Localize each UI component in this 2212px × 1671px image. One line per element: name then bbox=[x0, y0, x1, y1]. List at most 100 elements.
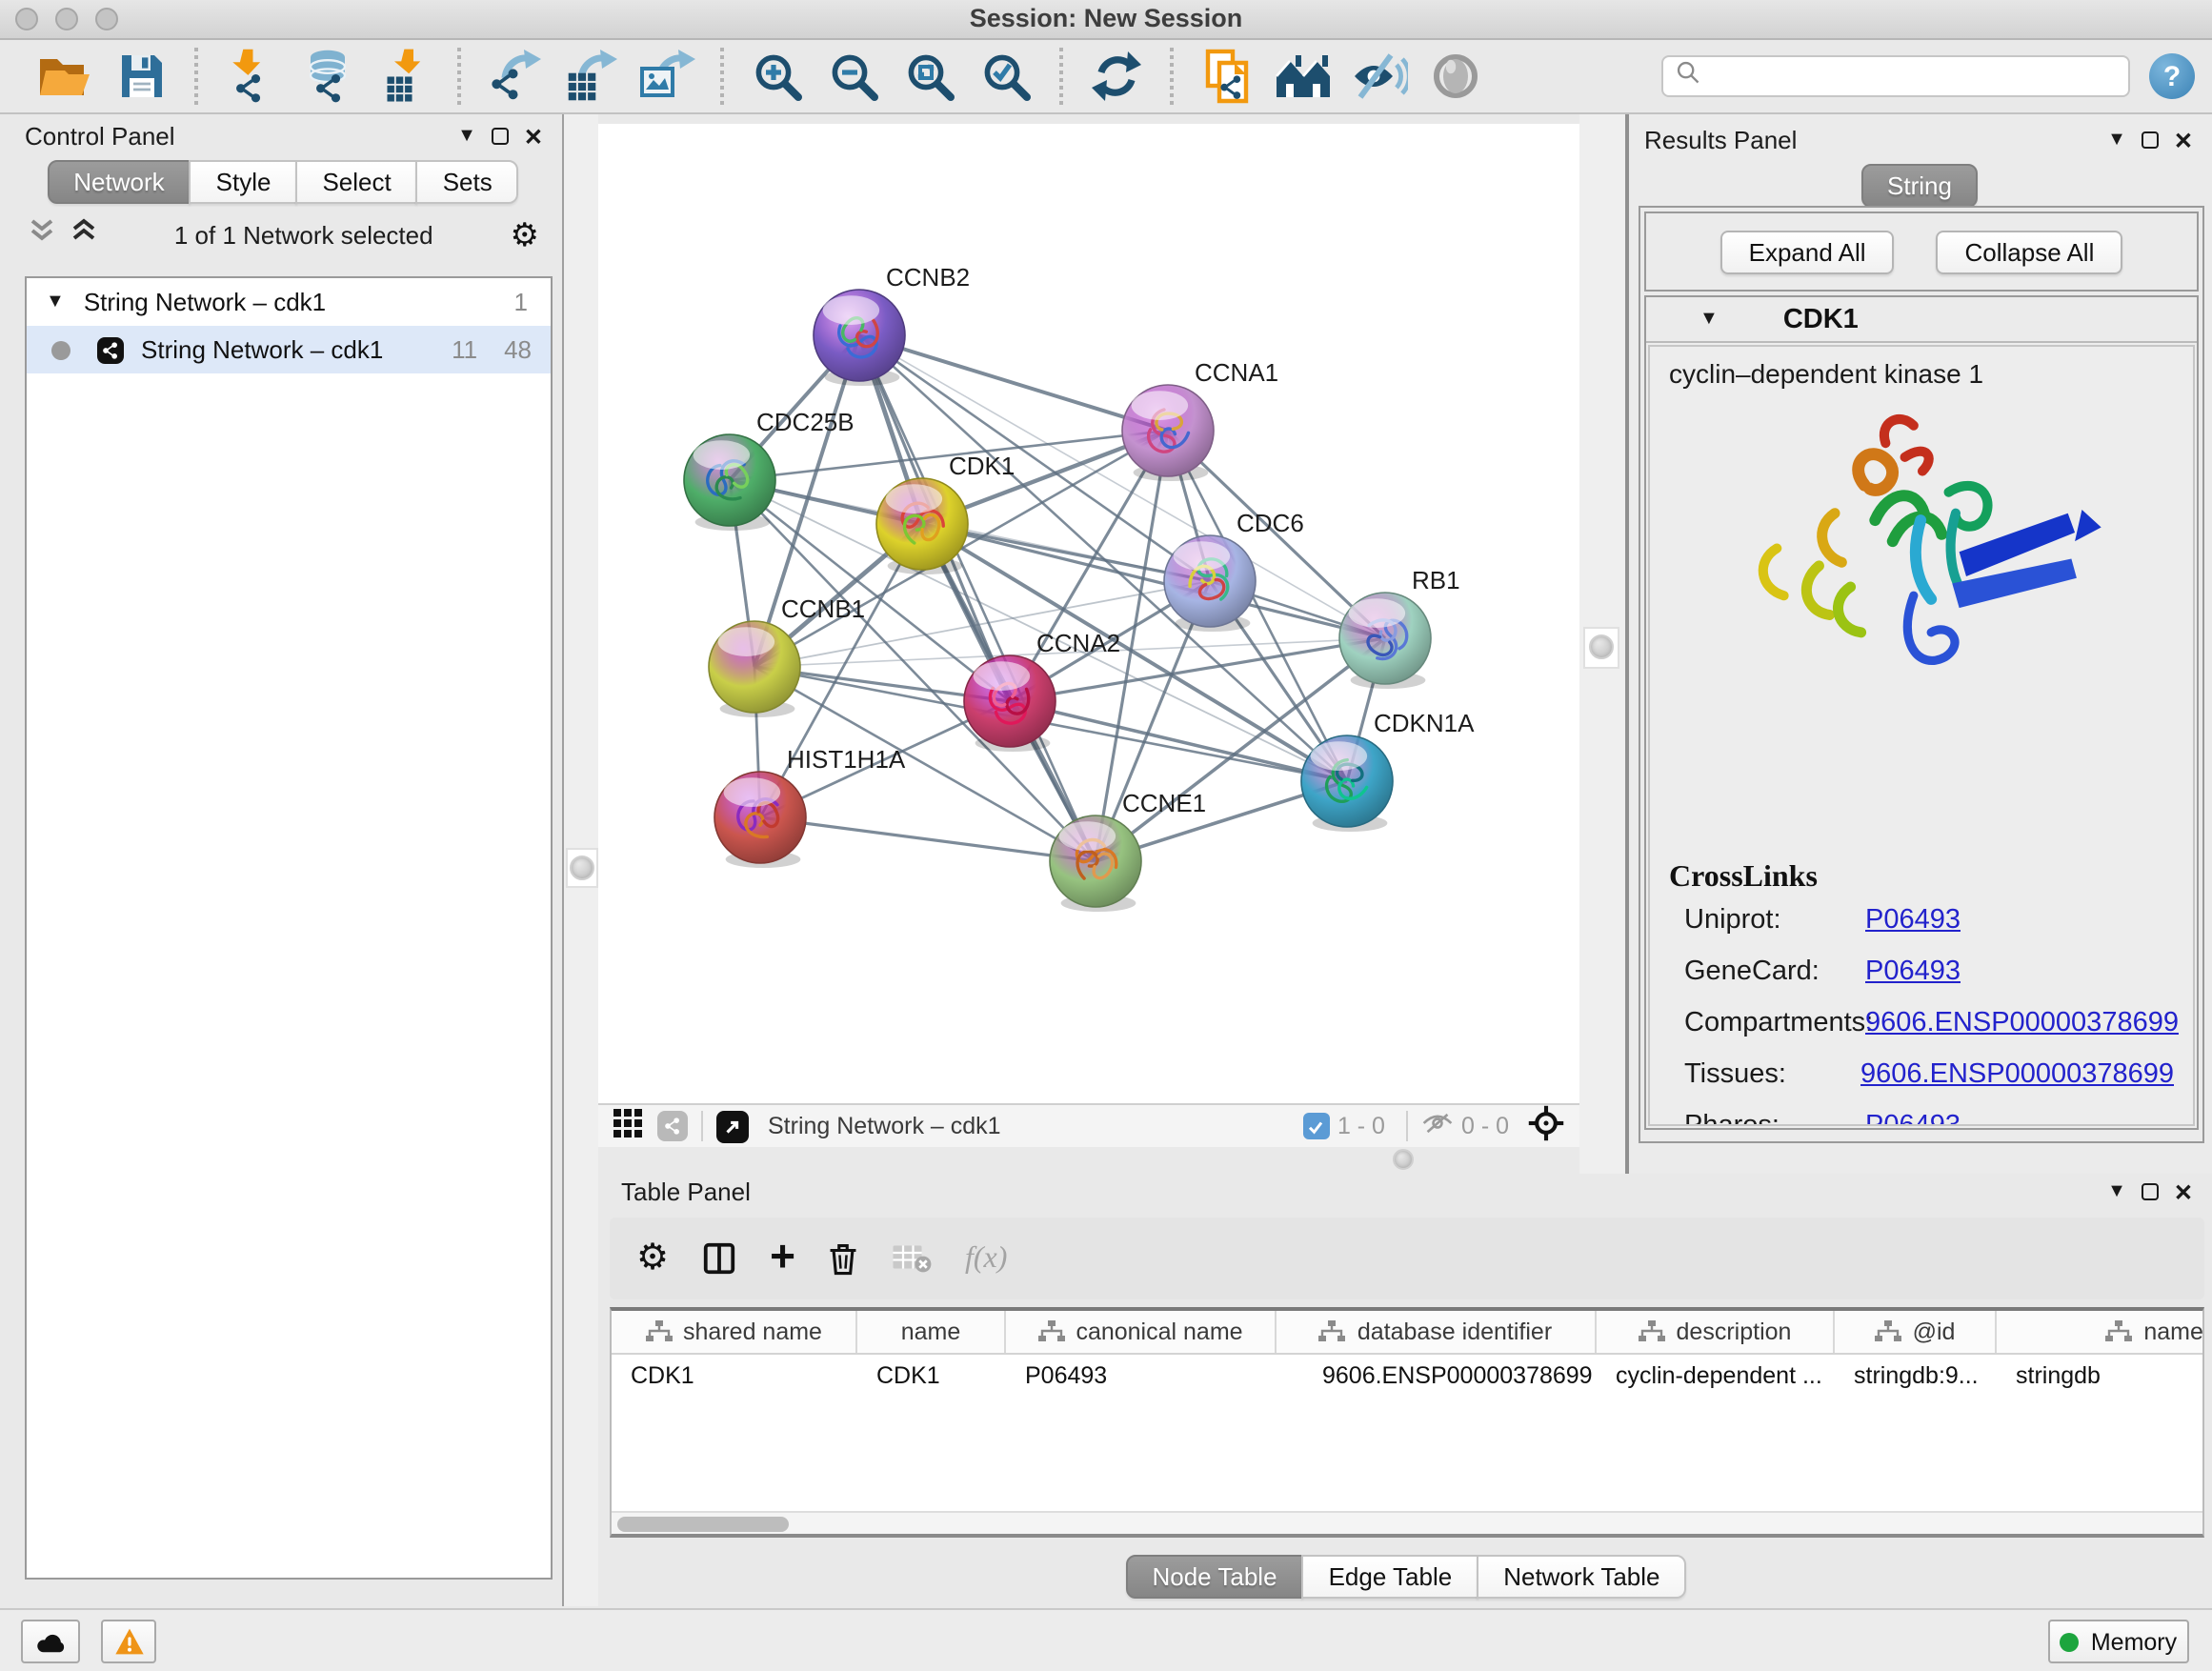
warning-button[interactable] bbox=[101, 1620, 156, 1663]
protein-section-header[interactable]: ▼ CDK1 bbox=[1646, 297, 2197, 343]
save-session-icon[interactable] bbox=[111, 44, 171, 109]
tab-edge-table[interactable]: Edge Table bbox=[1302, 1555, 1479, 1599]
scrollbar-thumb[interactable] bbox=[617, 1517, 789, 1532]
tab-network-table[interactable]: Network Table bbox=[1477, 1555, 1686, 1599]
table-horizontal-scrollbar[interactable] bbox=[612, 1511, 2202, 1534]
import-network-icon[interactable] bbox=[221, 44, 282, 109]
network-row-selected[interactable]: String Network – cdk1 11 48 bbox=[27, 326, 551, 373]
node-label-cdc25b: CDC25B bbox=[756, 408, 855, 436]
tab-string[interactable]: String bbox=[1860, 164, 1979, 208]
bottom-splitter[interactable] bbox=[598, 1147, 1579, 1174]
gear-icon[interactable]: ⚙ bbox=[511, 218, 540, 251]
export-table-icon[interactable] bbox=[560, 44, 621, 109]
network-node-cdk1[interactable]: CDK1 bbox=[876, 452, 1015, 574]
crosslink-link[interactable]: P06493 bbox=[1865, 1101, 1961, 1126]
collapse-all-icon[interactable] bbox=[29, 216, 55, 252]
cloud-button[interactable] bbox=[21, 1620, 80, 1663]
column-header-canonical-name[interactable]: canonical name bbox=[1006, 1311, 1277, 1353]
column-header-@id[interactable]: @id bbox=[1835, 1311, 1997, 1353]
search-input[interactable] bbox=[1701, 61, 2128, 91]
network-node-cdkn1a[interactable]: CDKN1A bbox=[1301, 709, 1475, 832]
presentation-icon[interactable] bbox=[1425, 44, 1486, 109]
results-close-icon[interactable]: ✕ bbox=[2174, 127, 2193, 153]
search-field[interactable] bbox=[1661, 55, 2130, 97]
panel-collapse-icon[interactable]: ▼ bbox=[457, 126, 476, 147]
import-table-icon[interactable] bbox=[373, 44, 434, 109]
table-settings-icon[interactable]: ⚙ bbox=[636, 1240, 669, 1277]
show-columns-icon[interactable] bbox=[701, 1240, 737, 1277]
zoom-selected-icon[interactable] bbox=[975, 44, 1036, 109]
column-header-shared-name[interactable]: shared name bbox=[612, 1311, 857, 1353]
tree-expander-icon[interactable]: ▼ bbox=[46, 292, 65, 312]
copy-share-icon[interactable] bbox=[1196, 44, 1257, 109]
zoom-in-icon[interactable] bbox=[747, 44, 808, 109]
grid-view-icon[interactable] bbox=[613, 1109, 642, 1143]
collapse-all-button[interactable]: Collapse All bbox=[1937, 230, 2123, 273]
refresh-icon[interactable] bbox=[1086, 44, 1147, 109]
network-tree: ▼ String Network – cdk1 1 String Network… bbox=[25, 276, 553, 1580]
hide-visibility-icon[interactable] bbox=[1349, 44, 1410, 109]
bottom-splitter-handle[interactable] bbox=[1393, 1149, 1414, 1170]
memory-button[interactable]: Memory bbox=[2048, 1620, 2189, 1663]
column-header-namespace[interactable]: namespace bbox=[1997, 1311, 2204, 1353]
table-collapse-icon[interactable]: ▼ bbox=[2107, 1181, 2126, 1202]
results-collapse-icon[interactable]: ▼ bbox=[2107, 130, 2126, 151]
delete-column-icon[interactable] bbox=[828, 1240, 860, 1277]
network-node-ccnb2[interactable]: CCNB2 bbox=[814, 263, 970, 386]
table-cell: P06493 bbox=[1006, 1355, 1277, 1397]
table-cell: cyclin-dependent ... bbox=[1597, 1355, 1835, 1397]
crosslink-link[interactable]: 9606.ENSP00000378699 bbox=[1860, 1050, 2174, 1101]
open-session-icon[interactable] bbox=[34, 44, 95, 109]
export-image-icon[interactable] bbox=[636, 44, 697, 109]
crosslink-link[interactable]: 9606.ENSP00000378699 bbox=[1865, 998, 2179, 1050]
panel-close-icon[interactable]: ✕ bbox=[524, 123, 543, 150]
crosslink-link[interactable]: P06493 bbox=[1865, 896, 1961, 947]
tab-sets[interactable]: Sets bbox=[416, 160, 519, 204]
help-icon[interactable]: ? bbox=[2149, 53, 2195, 99]
table-close-icon[interactable]: ✕ bbox=[2174, 1178, 2193, 1205]
network-node-ccnb1[interactable]: CCNB1 bbox=[709, 594, 865, 717]
node-label-ccnb2: CCNB2 bbox=[886, 263, 970, 292]
selected-checkbox-icon[interactable] bbox=[1303, 1113, 1330, 1139]
expand-all-icon[interactable] bbox=[70, 216, 97, 252]
network-canvas[interactable]: CCNB2CCNA1CDC25BCDK1CDC6RB1CCNB1CCNA2CDK… bbox=[598, 124, 1579, 1103]
network-collection-row[interactable]: ▼ String Network – cdk1 1 bbox=[27, 278, 551, 326]
panel-float-icon[interactable] bbox=[492, 128, 509, 145]
network-share-icon[interactable] bbox=[657, 1111, 688, 1141]
network-node-ccna1[interactable]: CCNA1 bbox=[1122, 358, 1278, 481]
left-splitter-handle[interactable] bbox=[570, 856, 594, 880]
section-expander-icon[interactable]: ▼ bbox=[1699, 309, 1719, 330]
table-row[interactable]: CDK1CDK1P064939606.ENSP00000378699cyclin… bbox=[612, 1355, 2202, 1397]
export-network-icon[interactable] bbox=[484, 44, 545, 109]
crosshair-icon[interactable] bbox=[1528, 1105, 1564, 1147]
right-splitter-handle[interactable] bbox=[1589, 634, 1614, 659]
zoom-fit-icon[interactable] bbox=[899, 44, 960, 109]
table-panel: Table Panel ▼ ✕ ⚙ + f(x) shared namename… bbox=[602, 1174, 2212, 1608]
column-header-name[interactable]: name bbox=[857, 1311, 1006, 1353]
results-float-icon[interactable] bbox=[2142, 131, 2159, 149]
birdseye-view-icon[interactable] bbox=[716, 1110, 749, 1142]
expand-all-button[interactable]: Expand All bbox=[1720, 230, 1895, 273]
crosslink-link[interactable]: P06493 bbox=[1865, 947, 1961, 998]
tab-style[interactable]: Style bbox=[190, 160, 298, 204]
table-cell: stringdb bbox=[1997, 1355, 2204, 1397]
network-node-rb1[interactable]: RB1 bbox=[1339, 566, 1460, 689]
column-header-description[interactable]: description bbox=[1597, 1311, 1835, 1353]
homes-icon[interactable] bbox=[1273, 44, 1334, 109]
network-edge bbox=[859, 335, 1168, 431]
zoom-out-icon[interactable] bbox=[823, 44, 884, 109]
protein-structure-image bbox=[1669, 412, 2174, 674]
warning-icon bbox=[113, 1627, 144, 1656]
tab-network[interactable]: Network bbox=[47, 160, 191, 204]
tab-node-table[interactable]: Node Table bbox=[1125, 1555, 1303, 1599]
network-node-ccne1[interactable]: CCNE1 bbox=[1050, 789, 1206, 912]
table-float-icon[interactable] bbox=[2142, 1183, 2159, 1200]
import-database-icon[interactable] bbox=[297, 44, 358, 109]
right-splitter[interactable] bbox=[1579, 114, 1625, 1174]
crosslink-row: GeneCard:P06493 bbox=[1669, 947, 2174, 998]
left-splitter[interactable] bbox=[562, 114, 598, 1606]
add-column-icon[interactable]: + bbox=[770, 1235, 795, 1278]
network-node-hist1h1a[interactable]: HIST1H1A bbox=[714, 745, 906, 868]
column-header-database-identifier[interactable]: database identifier bbox=[1277, 1311, 1597, 1353]
tab-select[interactable]: Select bbox=[295, 160, 417, 204]
